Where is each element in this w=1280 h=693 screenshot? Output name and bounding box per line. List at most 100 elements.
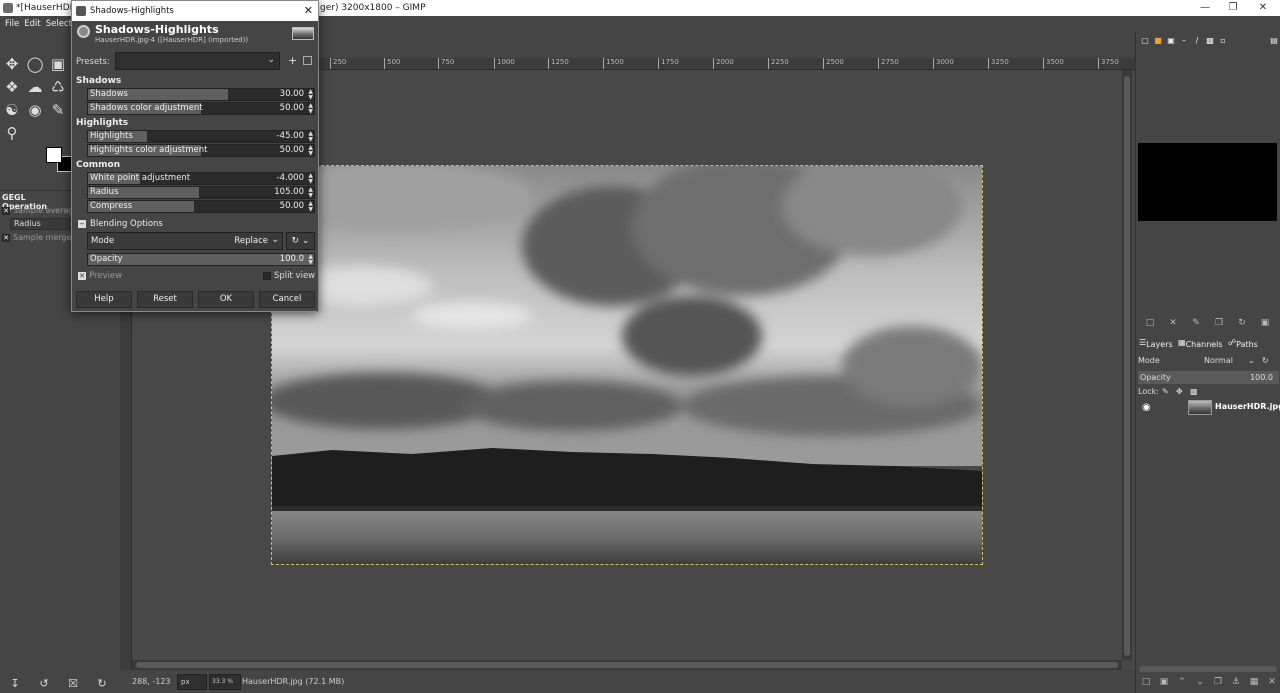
save-options-icon[interactable]: ↧ xyxy=(8,677,22,691)
document-icon[interactable]: ▫ xyxy=(1218,36,1228,46)
layer-opacity-slider[interactable]: Opacity 100.0 xyxy=(1138,371,1279,384)
sample-merged-checkbox[interactable]: ✕ Sample merged xyxy=(2,233,76,242)
spin-arrows-icon[interactable]: ▲ ▼ xyxy=(308,187,313,199)
delete-icon[interactable]: ✕ xyxy=(1167,317,1179,329)
cancel-button[interactable]: Cancel xyxy=(259,291,315,308)
radius-field[interactable]: Radius xyxy=(10,218,72,230)
warp-tool-icon[interactable]: ☁ xyxy=(25,77,45,97)
foreground-color-swatch[interactable] xyxy=(46,147,62,163)
new-layer-group-icon[interactable]: ▣ xyxy=(1158,676,1170,688)
clone-tool-icon[interactable]: ☯ xyxy=(2,100,22,120)
lock-alpha-icon[interactable]: ▩ xyxy=(1190,385,1198,398)
highlights-color-adjustment-slider[interactable]: Highlights color adjustment 50.00 ▲ ▼ xyxy=(87,144,315,157)
dock-menu-icon[interactable]: ▤ xyxy=(1269,36,1279,46)
spin-arrows-icon[interactable]: ▲ ▼ xyxy=(308,201,313,213)
gegl-logo-icon xyxy=(77,25,90,38)
blend-mode-select[interactable]: Mode Replace ⌄ xyxy=(87,232,283,250)
smudge-tool-icon[interactable]: ◉ xyxy=(25,100,45,120)
presets-menu-icon[interactable] xyxy=(303,56,312,65)
open-as-image-icon[interactable]: ▣ xyxy=(1259,317,1271,329)
lock-position-icon[interactable]: ✥ xyxy=(1176,385,1183,398)
ellipse-select-tool-icon[interactable]: ◯ xyxy=(25,54,45,74)
ok-button[interactable]: OK xyxy=(198,291,254,308)
crop-tool-icon[interactable]: ▣ xyxy=(48,54,68,74)
new-layer-icon[interactable]: □ xyxy=(1140,676,1152,688)
dock-scrollbar[interactable] xyxy=(1139,666,1277,672)
duplicate-icon[interactable]: ❐ xyxy=(1213,317,1225,329)
close-window-icon[interactable]: ✕ xyxy=(1248,0,1278,16)
paths-tool-icon[interactable]: ✎ xyxy=(48,100,68,120)
palette-icon[interactable]: ▩ xyxy=(1205,36,1215,46)
pencil-icon[interactable]: / xyxy=(1192,36,1202,46)
help-button[interactable]: Help xyxy=(76,291,132,308)
navigation-preview[interactable] xyxy=(1138,143,1277,221)
reset-button[interactable]: Reset xyxy=(137,291,193,308)
add-preset-icon[interactable]: + xyxy=(288,54,297,67)
layers-actions: □ ▣ ⌃ ⌄ ❐ ⚓ ▦ ✕ xyxy=(1136,676,1280,692)
zoom-tool-icon[interactable]: ⚲ xyxy=(2,123,22,143)
tab-layers[interactable]: ☰ Layers xyxy=(1139,338,1173,349)
composite-mode-button[interactable]: ↻ ⌄ xyxy=(286,232,315,250)
anchor-layer-icon[interactable]: ⚓ xyxy=(1230,676,1242,688)
tab-channels[interactable]: ▦ Channels xyxy=(1178,338,1223,349)
split-view-checkbox[interactable]: Split view xyxy=(263,271,315,281)
delete-layer-icon[interactable]: ✕ xyxy=(1266,676,1278,688)
shadows-color-adjustment-slider[interactable]: Shadows color adjustment 50.00 ▲ ▼ xyxy=(87,102,315,115)
maximize-icon[interactable]: ❐ xyxy=(1218,0,1248,16)
mode-switch-icon[interactable]: ↻ xyxy=(1262,354,1269,367)
menu-file[interactable]: File xyxy=(5,19,19,29)
move-tool-icon[interactable]: ✥ xyxy=(2,54,22,74)
vertical-scrollbar[interactable] xyxy=(1122,70,1132,660)
spin-arrows-icon[interactable]: ▲ ▼ xyxy=(308,103,313,115)
transform-tool-icon[interactable]: ❖ xyxy=(2,77,22,97)
spin-arrows-icon[interactable]: ▲ ▼ xyxy=(308,131,313,143)
refresh-icon[interactable]: ↻ xyxy=(1236,317,1248,329)
mask-layer-icon[interactable]: ▦ xyxy=(1248,676,1260,688)
new-icon[interactable]: □ xyxy=(1144,317,1156,329)
menu-select[interactable]: Select xyxy=(46,19,72,29)
bucket-fill-tool-icon[interactable]: ♺ xyxy=(48,77,68,97)
lower-layer-icon[interactable]: ⌄ xyxy=(1194,676,1206,688)
horizontal-scrollbar[interactable] xyxy=(132,660,1122,670)
ruler-tick: 250 xyxy=(330,58,346,69)
tab-paths[interactable]: ☍ Paths xyxy=(1228,338,1258,349)
reset-options-icon[interactable]: ↻ xyxy=(95,677,109,691)
layer-mode-value: Normal xyxy=(1204,356,1233,365)
vertical-scroll-thumb[interactable] xyxy=(1124,76,1130,656)
eye-icon[interactable]: ◉ xyxy=(1142,402,1151,413)
edit-icon[interactable]: ✎ xyxy=(1190,317,1202,329)
layer-item[interactable]: ◉ HauserHDR.jpg xyxy=(1136,398,1280,418)
preview-checkbox[interactable]: ✕ Preview xyxy=(78,271,122,281)
chevron-down-icon: ⌄ xyxy=(267,55,275,65)
blending-options-toggle[interactable]: − Blending Options xyxy=(78,219,163,229)
compress-slider[interactable]: Compress 50.00 ▲ ▼ xyxy=(87,200,315,213)
image-canvas[interactable] xyxy=(271,165,983,565)
layer-mode-row[interactable]: Mode Normal ⌄ ↻ xyxy=(1138,354,1279,367)
horizontal-scroll-thumb[interactable] xyxy=(136,662,1118,668)
unit-select[interactable]: px xyxy=(177,674,207,690)
spin-arrows-icon[interactable]: ▲ ▼ xyxy=(308,173,313,185)
menu-edit[interactable]: Edit xyxy=(24,19,40,29)
highlights-slider[interactable]: Highlights -45.00 ▲ ▼ xyxy=(87,130,315,143)
brush-icon[interactable]: ▢ xyxy=(1140,36,1150,46)
minimize-icon[interactable]: — xyxy=(1190,0,1220,16)
duplicate-layer-icon[interactable]: ❐ xyxy=(1212,676,1224,688)
zoom-select[interactable]: 33.3 % xyxy=(209,674,241,690)
shadows-slider[interactable]: Shadows 30.00 ▲ ▼ xyxy=(87,88,315,101)
spin-arrows-icon[interactable]: ▲ ▼ xyxy=(308,254,313,266)
spin-arrows-icon[interactable]: ▲ ▼ xyxy=(308,89,313,101)
lock-pixels-icon[interactable]: ✎ xyxy=(1162,385,1169,398)
blend-opacity-slider[interactable]: Opacity 100.0 ▲ ▼ xyxy=(87,253,315,266)
delete-options-icon[interactable]: ☒ xyxy=(66,677,80,691)
font-icon[interactable]: ▣ xyxy=(1166,36,1176,46)
presets-select[interactable]: ⌄ xyxy=(115,52,280,70)
spin-arrows-icon[interactable]: ▲ ▼ xyxy=(308,145,313,157)
sample-average-checkbox[interactable]: ✕ Sample average xyxy=(2,206,78,215)
restore-options-icon[interactable]: ↺ xyxy=(37,677,51,691)
radius-slider[interactable]: Radius 105.00 ▲ ▼ xyxy=(87,186,315,199)
close-icon[interactable]: ✕ xyxy=(304,1,313,21)
gradient-icon[interactable]: – xyxy=(1179,36,1189,46)
raise-layer-icon[interactable]: ⌃ xyxy=(1176,676,1188,688)
white-point-adjustment-slider[interactable]: White point adjustment -4.000 ▲ ▼ xyxy=(87,172,315,185)
pattern-icon[interactable]: ■ xyxy=(1153,36,1163,46)
